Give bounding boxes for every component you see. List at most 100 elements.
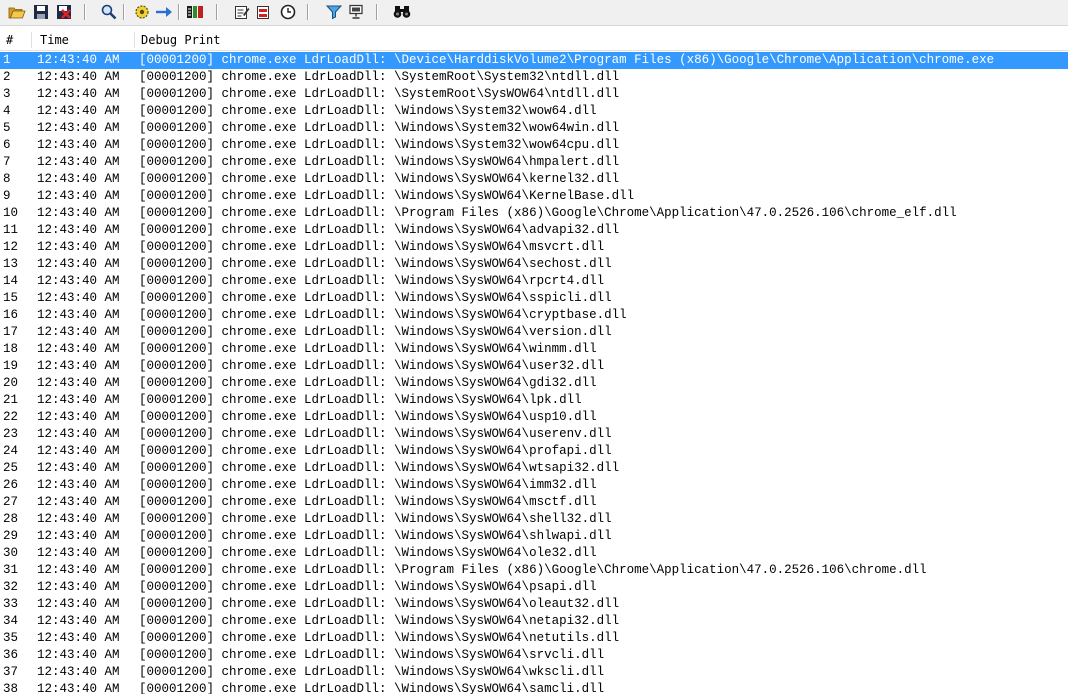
row-number: 8 (3, 172, 11, 186)
table-row[interactable]: 9 12:43:40 AM [00001200] chrome.exe LdrLoa… (0, 188, 1068, 205)
table-row[interactable]: 3 12:43:40 AM [00001200] chrome.exe LdrLoa… (0, 86, 1068, 103)
row-debug-print: [00001200] chrome.exe LdrLoadDll: \Windo… (139, 665, 605, 679)
debug-log-list[interactable]: 1 12:43:40 AM [00001200] chrome.exe LdrLoa… (0, 52, 1068, 694)
table-row[interactable]: 32 12:43:40 AM [00001200] chrome.exe LdrLo… (0, 579, 1068, 596)
table-row[interactable]: 6 12:43:40 AM [00001200] chrome.exe LdrLoa… (0, 137, 1068, 154)
row-number: 18 (3, 342, 19, 356)
table-row[interactable]: 7 12:43:40 AM [00001200] chrome.exe LdrLoa… (0, 154, 1068, 171)
table-row[interactable]: 22 12:43:40 AM [00001200] chrome.exe LdrLo… (0, 409, 1068, 426)
computer-icon[interactable] (347, 3, 365, 21)
row-number: 17 (3, 325, 19, 339)
row-number: 23 (3, 427, 19, 441)
process-list-icon[interactable] (186, 3, 204, 21)
table-row[interactable]: 38 12:43:40 AM [00001200] chrome.exe LdrLo… (0, 681, 1068, 694)
row-time: 12:43:40 AM (37, 648, 120, 662)
row-debug-print: [00001200] chrome.exe LdrLoadDll: \Windo… (139, 308, 627, 322)
table-row[interactable]: 35 12:43:40 AM [00001200] chrome.exe LdrLo… (0, 630, 1068, 647)
table-row[interactable]: 31 12:43:40 AM [00001200] chrome.exe LdrLo… (0, 562, 1068, 579)
row-number: 20 (3, 376, 19, 390)
table-row[interactable]: 30 12:43:40 AM [00001200] chrome.exe LdrLo… (0, 545, 1068, 562)
table-row[interactable]: 29 12:43:40 AM [00001200] chrome.exe LdrLo… (0, 528, 1068, 545)
column-header-number[interactable]: # (0, 30, 31, 50)
filter-funnel-icon[interactable] (325, 3, 343, 21)
row-debug-print: [00001200] chrome.exe LdrLoadDll: \Windo… (139, 325, 612, 339)
row-number: 22 (3, 410, 19, 424)
row-number: 9 (3, 189, 11, 203)
row-time: 12:43:40 AM (37, 70, 120, 84)
row-time: 12:43:40 AM (37, 87, 120, 101)
table-row[interactable]: 18 12:43:40 AM [00001200] chrome.exe LdrLo… (0, 341, 1068, 358)
row-time: 12:43:40 AM (37, 427, 120, 441)
row-number: 7 (3, 155, 11, 169)
row-number: 14 (3, 274, 19, 288)
edit-filter-icon[interactable] (233, 3, 251, 21)
column-header-time[interactable]: Time (34, 30, 134, 50)
row-number: 26 (3, 478, 19, 492)
table-row[interactable]: 26 12:43:40 AM [00001200] chrome.exe LdrLo… (0, 477, 1068, 494)
row-time: 12:43:40 AM (37, 393, 120, 407)
row-number: 2 (3, 70, 11, 84)
row-debug-print: [00001200] chrome.exe LdrLoadDll: \Windo… (139, 189, 635, 203)
row-number: 31 (3, 563, 19, 577)
table-row[interactable]: 5 12:43:40 AM [00001200] chrome.exe LdrLoa… (0, 120, 1068, 137)
capture-icon[interactable] (133, 3, 151, 21)
table-row[interactable]: 20 12:43:40 AM [00001200] chrome.exe LdrLo… (0, 375, 1068, 392)
row-time: 12:43:40 AM (37, 580, 120, 594)
table-row[interactable]: 27 12:43:40 AM [00001200] chrome.exe LdrLo… (0, 494, 1068, 511)
open-icon[interactable] (8, 3, 26, 21)
row-time: 12:43:40 AM (37, 189, 120, 203)
clear-log-icon[interactable] (55, 3, 73, 21)
table-row[interactable]: 8 12:43:40 AM [00001200] chrome.exe LdrLoa… (0, 171, 1068, 188)
table-row[interactable]: 37 12:43:40 AM [00001200] chrome.exe LdrLo… (0, 664, 1068, 681)
row-number: 3 (3, 87, 11, 101)
row-debug-print: [00001200] chrome.exe LdrLoadDll: \Devic… (139, 53, 995, 67)
row-debug-print: [00001200] chrome.exe LdrLoadDll: \Windo… (139, 393, 582, 407)
row-debug-print: [00001200] chrome.exe LdrLoadDll: \Windo… (139, 291, 612, 305)
row-debug-print: [00001200] chrome.exe LdrLoadDll: \Windo… (139, 257, 612, 271)
table-row[interactable]: 25 12:43:40 AM [00001200] chrome.exe LdrLo… (0, 460, 1068, 477)
clock-icon[interactable] (279, 3, 297, 21)
table-row[interactable]: 36 12:43:40 AM [00001200] chrome.exe LdrLo… (0, 647, 1068, 664)
row-debug-print: [00001200] chrome.exe LdrLoadDll: \Windo… (139, 376, 597, 390)
row-number: 30 (3, 546, 19, 560)
table-row[interactable]: 2 12:43:40 AM [00001200] chrome.exe LdrLoa… (0, 69, 1068, 86)
table-row[interactable]: 28 12:43:40 AM [00001200] chrome.exe LdrLo… (0, 511, 1068, 528)
save-icon[interactable] (32, 3, 50, 21)
row-time: 12:43:40 AM (37, 529, 120, 543)
find-icon[interactable] (100, 3, 118, 21)
table-row[interactable]: 1 12:43:40 AM [00001200] chrome.exe LdrLoa… (0, 52, 1068, 69)
column-header-debug-print[interactable]: Debug Print (135, 30, 1035, 50)
table-row[interactable]: 15 12:43:40 AM [00001200] chrome.exe LdrLo… (0, 290, 1068, 307)
row-time: 12:43:40 AM (37, 291, 120, 305)
row-debug-print: [00001200] chrome.exe LdrLoadDll: \Windo… (139, 240, 605, 254)
table-row[interactable]: 16 12:43:40 AM [00001200] chrome.exe LdrLo… (0, 307, 1068, 324)
row-time: 12:43:40 AM (37, 597, 120, 611)
table-row[interactable]: 23 12:43:40 AM [00001200] chrome.exe LdrLo… (0, 426, 1068, 443)
table-row[interactable]: 34 12:43:40 AM [00001200] chrome.exe LdrLo… (0, 613, 1068, 630)
binoculars-icon[interactable] (393, 3, 411, 21)
row-time: 12:43:40 AM (37, 155, 120, 169)
autoscroll-icon[interactable] (155, 3, 173, 21)
row-time: 12:43:40 AM (37, 665, 120, 679)
table-row[interactable]: 17 12:43:40 AM [00001200] chrome.exe LdrLo… (0, 324, 1068, 341)
table-row[interactable]: 13 12:43:40 AM [00001200] chrome.exe LdrLo… (0, 256, 1068, 273)
column-divider[interactable] (31, 32, 32, 48)
table-row[interactable]: 19 12:43:40 AM [00001200] chrome.exe LdrLo… (0, 358, 1068, 375)
row-debug-print: [00001200] chrome.exe LdrLoadDll: \Windo… (139, 444, 612, 458)
row-time: 12:43:40 AM (37, 257, 120, 271)
highlight-icon[interactable] (255, 3, 273, 21)
table-row[interactable]: 11 12:43:40 AM [00001200] chrome.exe LdrLo… (0, 222, 1068, 239)
row-debug-print: [00001200] chrome.exe LdrLoadDll: \Windo… (139, 529, 612, 543)
row-debug-print: [00001200] chrome.exe LdrLoadDll: \Windo… (139, 427, 612, 441)
row-number: 16 (3, 308, 19, 322)
table-row[interactable]: 33 12:43:40 AM [00001200] chrome.exe LdrLo… (0, 596, 1068, 613)
table-row[interactable]: 10 12:43:40 AM [00001200] chrome.exe LdrLo… (0, 205, 1068, 222)
row-time: 12:43:40 AM (37, 682, 120, 694)
table-row[interactable]: 21 12:43:40 AM [00001200] chrome.exe LdrLo… (0, 392, 1068, 409)
table-row[interactable]: 24 12:43:40 AM [00001200] chrome.exe LdrLo… (0, 443, 1068, 460)
toolbar-separator (123, 4, 125, 20)
table-row[interactable]: 12 12:43:40 AM [00001200] chrome.exe LdrLo… (0, 239, 1068, 256)
row-debug-print: [00001200] chrome.exe LdrLoadDll: \Windo… (139, 495, 597, 509)
table-row[interactable]: 14 12:43:40 AM [00001200] chrome.exe LdrLo… (0, 273, 1068, 290)
table-row[interactable]: 4 12:43:40 AM [00001200] chrome.exe LdrLoa… (0, 103, 1068, 120)
